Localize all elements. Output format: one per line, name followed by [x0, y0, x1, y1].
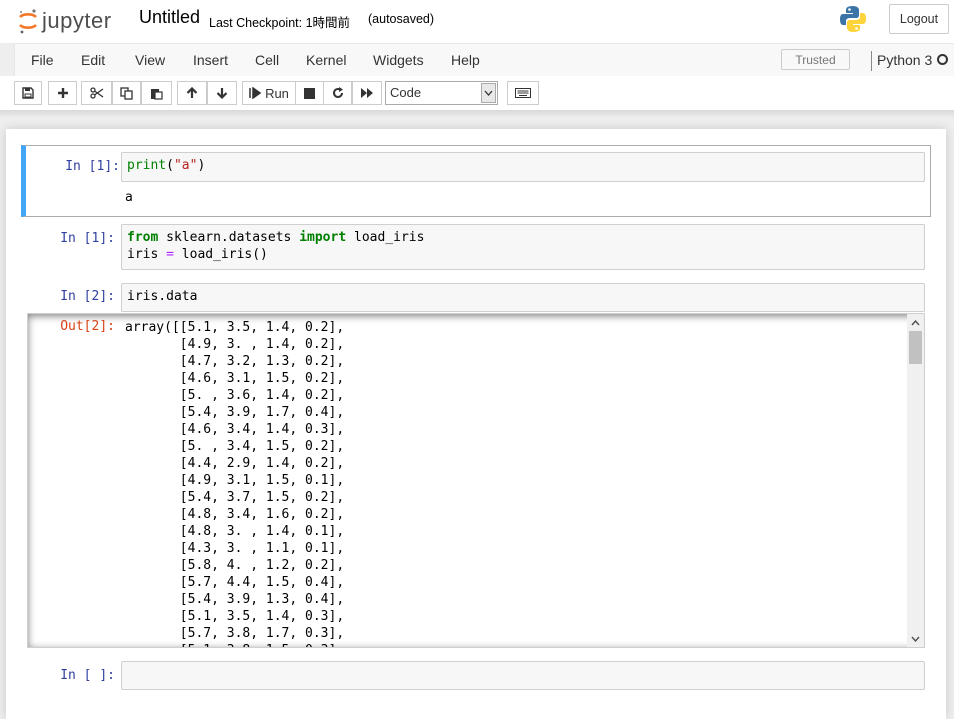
menu-edit[interactable]: Edit	[81, 52, 105, 68]
code-input[interactable]: iris.data	[121, 283, 925, 312]
output-line: [4.8, 3.4, 1.6, 0.2],	[125, 507, 345, 522]
keyboard-icon	[515, 88, 531, 98]
output-line: [4.3, 3. , 1.1, 0.1],	[125, 541, 345, 556]
autosave-status: (autosaved)	[368, 12, 435, 26]
output-line: [5.7, 3.8, 1.7, 0.3],	[125, 626, 345, 641]
menu-insert[interactable]: Insert	[193, 52, 228, 68]
header: jupyter Untitled Last Checkpoint: 1時間前 (…	[0, 0, 954, 43]
chevron-up-icon[interactable]	[907, 314, 924, 331]
run-label: Run	[265, 85, 289, 101]
cell-output: array([[5.1, 3.5, 1.4, 0.2], [4.9, 3. , …	[125, 319, 345, 647]
play-icon	[249, 87, 262, 99]
copy-button[interactable]	[112, 81, 141, 105]
restart-button[interactable]	[323, 81, 352, 105]
output-line: [5.7, 4.4, 1.5, 0.4],	[125, 575, 345, 590]
output-line: [5.4, 3.7, 1.5, 0.2],	[125, 490, 345, 505]
run-button[interactable]: Run	[242, 81, 296, 105]
chevron-down-icon	[481, 83, 496, 103]
output-line: [5.1, 3.8, 1.5, 0.3],	[125, 642, 344, 647]
move-down-button[interactable]	[207, 81, 237, 105]
output-line: array([[5.1, 3.5, 1.4, 0.2],	[125, 320, 345, 335]
output-line: [4.6, 3.4, 1.4, 0.3],	[125, 422, 345, 437]
cell-output: a	[125, 190, 133, 205]
trusted-indicator[interactable]: Trusted	[781, 49, 850, 70]
output-line: [5. , 3.4, 1.5, 0.2],	[125, 439, 345, 454]
paste-button[interactable]	[141, 81, 172, 105]
jupyter-logo[interactable]: jupyter	[18, 6, 112, 36]
arrow-up-icon	[186, 87, 198, 98]
interrupt-button[interactable]	[295, 81, 324, 105]
cut-button[interactable]	[81, 81, 112, 105]
fast-forward-icon	[361, 88, 373, 98]
kernel-name: Python 3	[877, 52, 933, 68]
jupyter-logo-icon	[19, 9, 37, 34]
toolbar-shadow	[0, 110, 954, 118]
cut-icon	[89, 87, 103, 99]
input-prompt: In [ ]:	[60, 668, 115, 683]
kernel-idle-icon	[937, 54, 948, 65]
output-line: [4.7, 3.2, 1.3, 0.2],	[125, 354, 345, 369]
code-cell[interactable]: In [ ]:	[21, 657, 931, 691]
notebook-title[interactable]: Untitled	[139, 7, 200, 28]
checkpoint-status: Last Checkpoint: 1時間前	[209, 16, 351, 30]
code-input[interactable]: print("a")	[121, 152, 925, 182]
paste-icon	[151, 88, 163, 100]
chevron-down-icon[interactable]	[907, 630, 924, 647]
menubar: File Edit View Insert Cell Kernel Widget…	[14, 43, 954, 76]
toolbar: Run Code	[0, 76, 954, 110]
menu-widgets[interactable]: Widgets	[373, 52, 424, 68]
menu-view[interactable]: View	[135, 52, 165, 68]
kernel-separator	[871, 51, 872, 71]
output-scrollbar[interactable]	[907, 314, 924, 647]
output-line: [5.4, 3.9, 1.7, 0.4],	[125, 405, 345, 420]
save-button[interactable]	[14, 81, 42, 105]
code-cell[interactable]: In [1]: from sklearn.datasets import loa…	[21, 223, 931, 271]
arrow-down-icon	[216, 88, 228, 99]
output-line: [5.1, 3.5, 1.4, 0.3],	[125, 609, 345, 624]
menu-kernel[interactable]: Kernel	[306, 52, 346, 68]
code-input[interactable]	[121, 661, 925, 690]
logo-text: jupyter	[42, 8, 112, 33]
plus-icon	[57, 88, 68, 98]
output-line: [4.9, 3. , 1.4, 0.2],	[125, 337, 345, 352]
output-line: [4.6, 3.1, 1.5, 0.2],	[125, 371, 345, 386]
menu-file[interactable]: File	[31, 52, 54, 68]
code-cell[interactable]: In [2]: iris.data Out[2]: array([[5.1, 3…	[21, 283, 931, 650]
input-prompt: In [1]:	[60, 231, 115, 246]
restart-run-all-button[interactable]	[352, 81, 382, 105]
output-line: [5. , 3.6, 1.4, 0.2],	[125, 388, 345, 403]
output-line: [4.4, 2.9, 1.4, 0.2],	[125, 456, 345, 471]
input-prompt: In [1]:	[65, 159, 120, 174]
restart-icon	[332, 87, 343, 98]
save-icon	[22, 87, 34, 99]
code-input[interactable]: from sklearn.datasets import load_iris i…	[121, 224, 925, 270]
python-logo-icon	[840, 6, 866, 32]
menu-help[interactable]: Help	[451, 52, 480, 68]
stop-icon	[304, 87, 315, 99]
notebook-container: In [1]: print("a") a In [1]: from sklear…	[6, 129, 946, 719]
move-up-button[interactable]	[177, 81, 207, 105]
output-line: [5.8, 4. , 1.2, 0.2],	[125, 558, 345, 573]
cell-type-select[interactable]: Code	[385, 81, 498, 105]
copy-icon	[120, 86, 133, 100]
cell-type-value: Code	[390, 85, 422, 100]
output-line: [5.4, 3.9, 1.3, 0.4],	[125, 592, 345, 607]
logout-button[interactable]: Logout	[889, 4, 949, 34]
scrollbar-thumb[interactable]	[909, 331, 922, 364]
menu-cell[interactable]: Cell	[255, 52, 279, 68]
command-palette-button[interactable]	[507, 81, 539, 105]
input-prompt: In [2]:	[60, 289, 115, 304]
code-cell-selected[interactable]: In [1]: print("a") a	[21, 145, 931, 217]
insert-cell-button[interactable]	[48, 81, 77, 105]
output-line: [4.8, 3. , 1.4, 0.1],	[125, 524, 345, 539]
output-line: [4.9, 3.1, 1.5, 0.1],	[125, 473, 345, 488]
output-prompt: Out[2]:	[60, 319, 115, 334]
output-scroll-area[interactable]: Out[2]: array([[5.1, 3.5, 1.4, 0.2], [4.…	[27, 313, 925, 648]
